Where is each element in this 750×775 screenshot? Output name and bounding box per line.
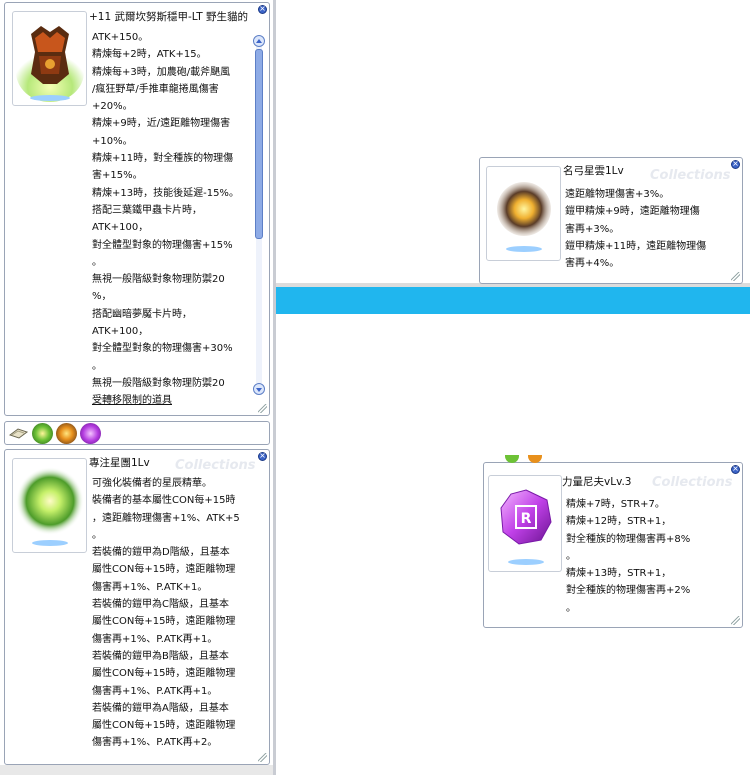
- desc-line: 屬性CON每+15時，遠距離物理: [92, 616, 236, 628]
- desc-line: 裝備者的基本屬性CON每+15時: [92, 495, 236, 507]
- desc-line: 搭配三葉鐵甲蟲卡片時，: [92, 204, 202, 216]
- purple-rune-icon: R: [500, 489, 552, 565]
- desc-line: 可強化裝備者的星辰精華。: [92, 478, 212, 489]
- svg-text:R: R: [521, 511, 532, 527]
- desc-line: 傷害再+1%、P.ATK再+1。: [92, 633, 218, 645]
- desc-line: 若裝備的鎧甲為D階級，且基本: [92, 547, 230, 559]
- desc-line: 對全體型對象的物理傷害+15%: [92, 239, 233, 251]
- desc-line: 搭配幽暗夢魘卡片時，: [92, 308, 192, 320]
- focus-nebula-description: 可強化裝備者的星辰精華。 裝備者的基本屬性CON每+15時 ，遠距離物理傷害+1…: [92, 475, 240, 752]
- desc-line: 對全體型對象的物理傷害+30%: [92, 343, 233, 355]
- background-edge: [0, 765, 273, 775]
- close-icon[interactable]: [258, 3, 267, 15]
- desc-line: 精煉+13時，技能後延遲-15%。: [92, 187, 239, 199]
- armor-title: +11 武爾坎努斯穩甲-LT 野生貓的: [89, 11, 248, 23]
- desc-line: 鎧甲精煉+9時，遠距離物理傷: [565, 206, 700, 218]
- close-icon[interactable]: [258, 450, 267, 462]
- desc-line: ATK+100，: [92, 326, 149, 338]
- resize-grip-icon[interactable]: [258, 404, 267, 413]
- focus-nebula-window[interactable]: Collections 專注星團1Lv 可強化裝備者的星辰精華。 裝備者的基本屬…: [4, 449, 270, 765]
- desc-line: 。: [566, 602, 576, 614]
- background-highlight-bar: [276, 287, 750, 314]
- desc-line: 屬性CON每+15時，遠距離物理: [92, 564, 236, 576]
- desc-line: +10%。: [92, 135, 133, 147]
- desc-line: 傷害再+1%、P.ATK再+2。: [92, 737, 218, 749]
- desc-line: 無視一般階級對象物理防禦20: [92, 274, 225, 286]
- desc-line: ，遠距離物理傷害+1%、ATK+5: [92, 512, 240, 524]
- star-cloud-description: 遠距離物理傷害+3%。 鎧甲精煉+9時，遠距離物理傷 害再+3%。 鎧甲精煉+1…: [565, 186, 706, 272]
- armor-scrollbar[interactable]: [253, 35, 265, 395]
- scroll-up-icon[interactable]: [253, 35, 265, 47]
- desc-line: 對全種族的物理傷害再+2%: [566, 585, 691, 597]
- resize-grip-icon[interactable]: [258, 753, 267, 762]
- collections-watermark: Collections: [175, 458, 256, 473]
- star-cloud-icon: [497, 182, 551, 252]
- desc-line: 屬性CON每+15時，遠距離物理: [92, 720, 236, 732]
- desc-line: 若裝備的鎧甲為A階級，且基本: [92, 702, 229, 714]
- desc-line: 若裝備的鎧甲為C階級，且基本: [92, 599, 229, 611]
- power-rune-description: 精煉+7時，STR+7。 精煉+12時，STR+1， 對全種族的物理傷害再+8%…: [566, 496, 690, 617]
- desc-line: 精煉+7時，STR+7。: [566, 499, 665, 510]
- green-nebula-icon: [16, 467, 84, 546]
- resize-grip-icon[interactable]: [731, 616, 740, 625]
- desc-line: 鎧甲精煉+11時，遠距離物理傷: [565, 240, 707, 252]
- desc-line: 。: [566, 550, 576, 562]
- desc-line: 。: [92, 256, 102, 268]
- star-cloud-icon[interactable]: [56, 423, 77, 444]
- desc-line: 若裝備的鎧甲為B階級，且基本: [92, 650, 229, 662]
- desc-line: 精煉每+3時，加農砲/載斧颶風: [92, 66, 231, 78]
- card-socket-bar: [4, 421, 270, 445]
- desc-line: 遠距離物理傷害+3%。: [565, 189, 670, 200]
- collections-watermark: Collections: [652, 475, 733, 490]
- armor-icon: [16, 26, 84, 102]
- star-cloud-thumbnail: [486, 166, 561, 261]
- desc-line: 精煉+12時，STR+1，: [566, 516, 672, 528]
- desc-line: 害再+3%。: [565, 223, 620, 235]
- desc-line: 。: [92, 360, 102, 372]
- scroll-down-icon[interactable]: [253, 383, 265, 395]
- desc-line: 害+15%。: [92, 170, 143, 182]
- desc-line: 精煉+11時，對全種族的物理傷: [92, 153, 234, 165]
- background-divider: [273, 0, 276, 775]
- power-rune-window[interactable]: Collections R 力量尼夫vLv.3 精煉+7時，STR+7。 精煉+…: [483, 462, 743, 628]
- slot-card-icon[interactable]: [8, 423, 29, 444]
- close-icon[interactable]: [731, 158, 740, 170]
- desc-line: 無視一般階級對象物理防禦20: [92, 377, 225, 389]
- star-cloud-window[interactable]: Collections 名弓星雲1Lv 遠距離物理傷害+3%。 鎧甲精煉+9時，…: [479, 157, 743, 284]
- desc-line: 傷害再+1%、P.ATK+1。: [92, 581, 208, 593]
- collections-watermark: Collections: [650, 168, 731, 183]
- desc-line: 受轉移限制的道具: [92, 395, 172, 407]
- desc-line: 。: [92, 529, 102, 541]
- desc-line: /瘋狂野草/手推車龍捲風傷害: [92, 83, 219, 95]
- desc-line: 對全種族的物理傷害再+8%: [566, 533, 691, 545]
- desc-line: ATK+100，: [92, 222, 149, 234]
- purple-rune-icon[interactable]: [80, 423, 101, 444]
- desc-line: 屬性CON每+15時，遠距離物理: [92, 668, 236, 680]
- desc-line: +20%。: [92, 101, 133, 113]
- focus-nebula-thumbnail: [12, 458, 87, 553]
- desc-line: ATK+150。: [92, 32, 149, 43]
- desc-line: 傷害再+1%、P.ATK再+1。: [92, 685, 218, 697]
- desc-line: 精煉+13時，STR+1，: [566, 568, 672, 580]
- desc-line: 精煉每+2時，ATK+15。: [92, 49, 207, 61]
- star-cloud-title: 名弓星雲1Lv: [563, 165, 624, 177]
- desc-line: 精煉+9時，近/遠距離物理傷害: [92, 118, 231, 130]
- close-icon[interactable]: [731, 463, 740, 475]
- armor-item-window[interactable]: +11 武爾坎努斯穩甲-LT 野生貓的 ATK+150。 精煉每+2時，ATK+…: [4, 2, 270, 416]
- desc-line: 害再+4%。: [565, 258, 620, 270]
- focus-nebula-title: 專注星團1Lv: [89, 457, 150, 469]
- green-nebula-icon[interactable]: [32, 423, 53, 444]
- scroll-thumb[interactable]: [255, 49, 263, 239]
- resize-grip-icon[interactable]: [731, 272, 740, 281]
- armor-thumbnail: [12, 11, 87, 106]
- power-rune-thumbnail: R: [488, 475, 562, 572]
- desc-line: %，: [92, 291, 112, 303]
- power-rune-title: 力量尼夫vLv.3: [562, 476, 632, 488]
- armor-description: ATK+150。 精煉每+2時，ATK+15。 精煉每+3時，加農砲/載斧颶風 …: [92, 29, 239, 410]
